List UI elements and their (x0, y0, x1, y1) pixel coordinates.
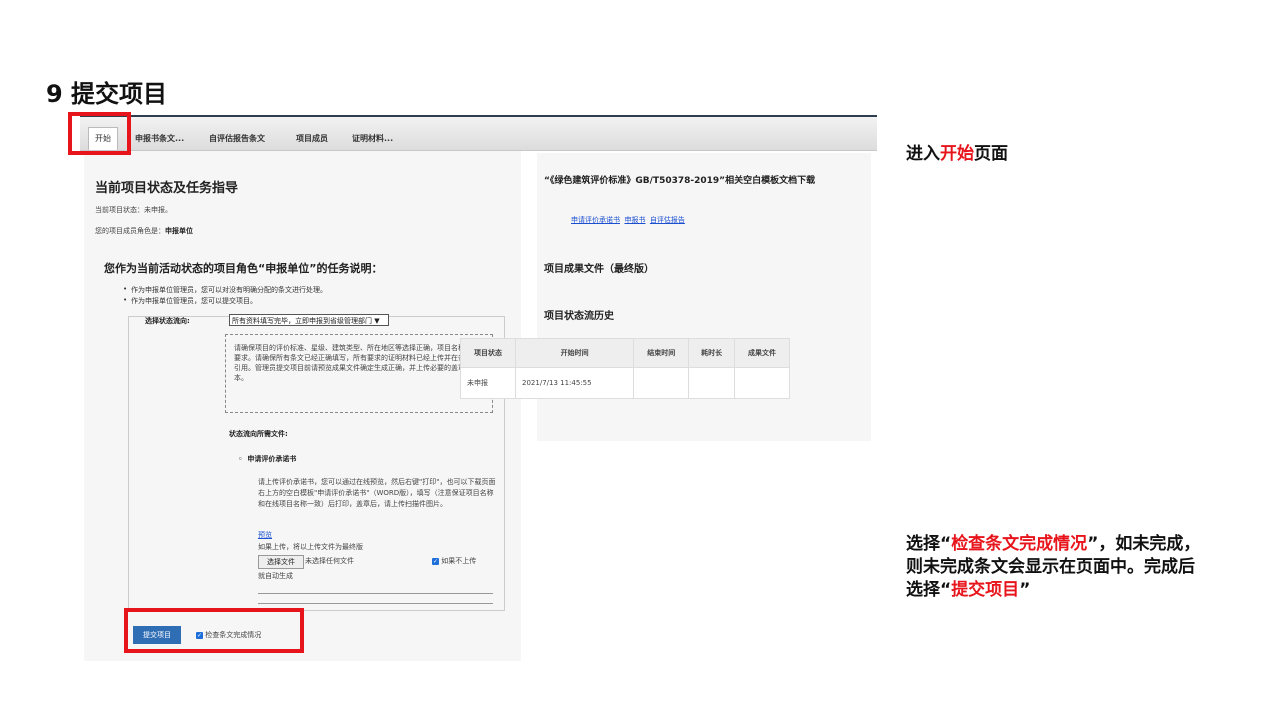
file-description: 请上传评价承诺书，您可以通过在线预览，然后右键"打印"，也可以下载页面右上方的空… (258, 478, 496, 508)
task-heading: 您作为当前活动状态的项目角色“申报单位”的任务说明： (104, 262, 383, 275)
flow-select-value: 所有资料填写完毕，立即申报到省级管理部门 (232, 317, 372, 325)
upload-note: 如果上传，将以上传文件为最终版 (258, 543, 363, 551)
preview-link[interactable]: 预览 (258, 530, 272, 541)
caption-highlight: 提交项目 (951, 580, 1020, 600)
column-header: 结束时间 (633, 338, 690, 368)
results-title: 项目成果文件（最终版） (544, 264, 654, 275)
caption-highlight: 检查条文完成情况 (951, 534, 1088, 554)
no-file-text: 未选择任何文件 (305, 557, 354, 565)
member-role-label: 您的项目成员角色是： (95, 227, 165, 235)
tab-bar: 开始 申报书条文... 自评估报告条文 项目成员 证明材料... (80, 115, 877, 151)
caption-highlight: 开始 (940, 144, 974, 164)
auto-generate-checkbox[interactable]: ✓ (432, 557, 439, 565)
member-role: 您的项目成员角色是：申报单位 (95, 226, 193, 237)
table-cell: 未申报 (459, 367, 517, 399)
file-item: ◦ 申请评价承诺书 (238, 454, 296, 465)
slide-title: 9 提交项目 (46, 80, 168, 108)
template-link-commitment[interactable]: 申请评价承诺书 (571, 216, 620, 224)
caption-text: 进入 (906, 144, 940, 164)
table-cell (733, 367, 791, 399)
highlight-start-tab (68, 112, 131, 155)
tab-project-members[interactable]: 项目成员 (296, 133, 328, 144)
tab-evidence-materials[interactable]: 证明材料... (352, 133, 393, 144)
table-cell (688, 367, 735, 399)
files-label: 状态流向所需文件: (229, 430, 288, 438)
history-title: 项目状态流历史 (544, 311, 614, 322)
history-table: 项目状态 开始时间 结束时间 耗时长 成果文件 未申报 2021/7/13 11… (459, 338, 791, 399)
table-cell: 2021/7/13 11:45:55 (515, 367, 635, 399)
auto-generate-label: 如果不上传 (441, 557, 477, 565)
tab-self-evaluation-clauses[interactable]: 自评估报告条文 (209, 133, 265, 144)
column-header: 项目状态 (459, 338, 517, 368)
column-header: 成果文件 (733, 338, 791, 368)
caption-text: ” (1019, 580, 1031, 600)
file-item-label: 申请评价承诺书 (247, 455, 297, 463)
table-row: 未申报 2021/7/13 11:45:55 (459, 367, 791, 399)
chevron-down-icon: ▼ (374, 317, 380, 325)
choose-file-button[interactable]: 选择文件 (258, 555, 304, 569)
member-role-value: 申报单位 (165, 227, 193, 235)
task-bullet: 作为申报单位管理员，您可以对没有明确分配的条文进行处理。 (123, 285, 327, 295)
divider (258, 593, 493, 594)
notice-box: 请确保项目的评价标准、星级、建筑类型、所在地区等选择正确，项目名称符合要求。请确… (225, 334, 493, 413)
project-status: 当前项目状态：未申报。 (95, 206, 172, 214)
flow-label: 选择状态流向: (145, 317, 190, 325)
caption-enter-start: 进入开始页面 (906, 143, 1008, 166)
caption-submit-instructions: 选择“检查条文完成情况”，如未完成，则未完成条文会显示在页面中。完成后选择“提交… (906, 533, 1211, 602)
task-bullet: 作为申报单位管理员，您可以提交项目。 (123, 296, 257, 306)
tab-application-clauses[interactable]: 申报书条文... (135, 133, 184, 144)
flow-select[interactable]: 所有资料填写完毕，立即申报到省级管理部门 ▼ (229, 314, 389, 326)
table-cell (633, 367, 690, 399)
template-link-self-evaluation[interactable]: 自评估报告 (650, 216, 685, 224)
bullet-circle-icon: ◦ (238, 455, 243, 463)
caption-text: 选择“ (906, 534, 952, 554)
auto-generate-text: 就自动生成 (258, 572, 293, 580)
template-download-title: “《绿色建筑评价标准》GB/T50378-2019”相关空白模板文档下载 (544, 176, 816, 186)
highlight-submit-area (124, 608, 304, 653)
template-links: 申请评价承诺书 申报书 自评估报告 (571, 215, 685, 226)
caption-text: 页面 (974, 144, 1008, 164)
template-link-application[interactable]: 申报书 (624, 216, 645, 224)
column-header: 开始时间 (515, 338, 635, 368)
status-heading: 当前项目状态及任务指导 (95, 181, 239, 196)
column-header: 耗时长 (688, 338, 735, 368)
auto-generate-option: ✓ 如果不上传 (432, 556, 476, 567)
divider (258, 603, 493, 604)
